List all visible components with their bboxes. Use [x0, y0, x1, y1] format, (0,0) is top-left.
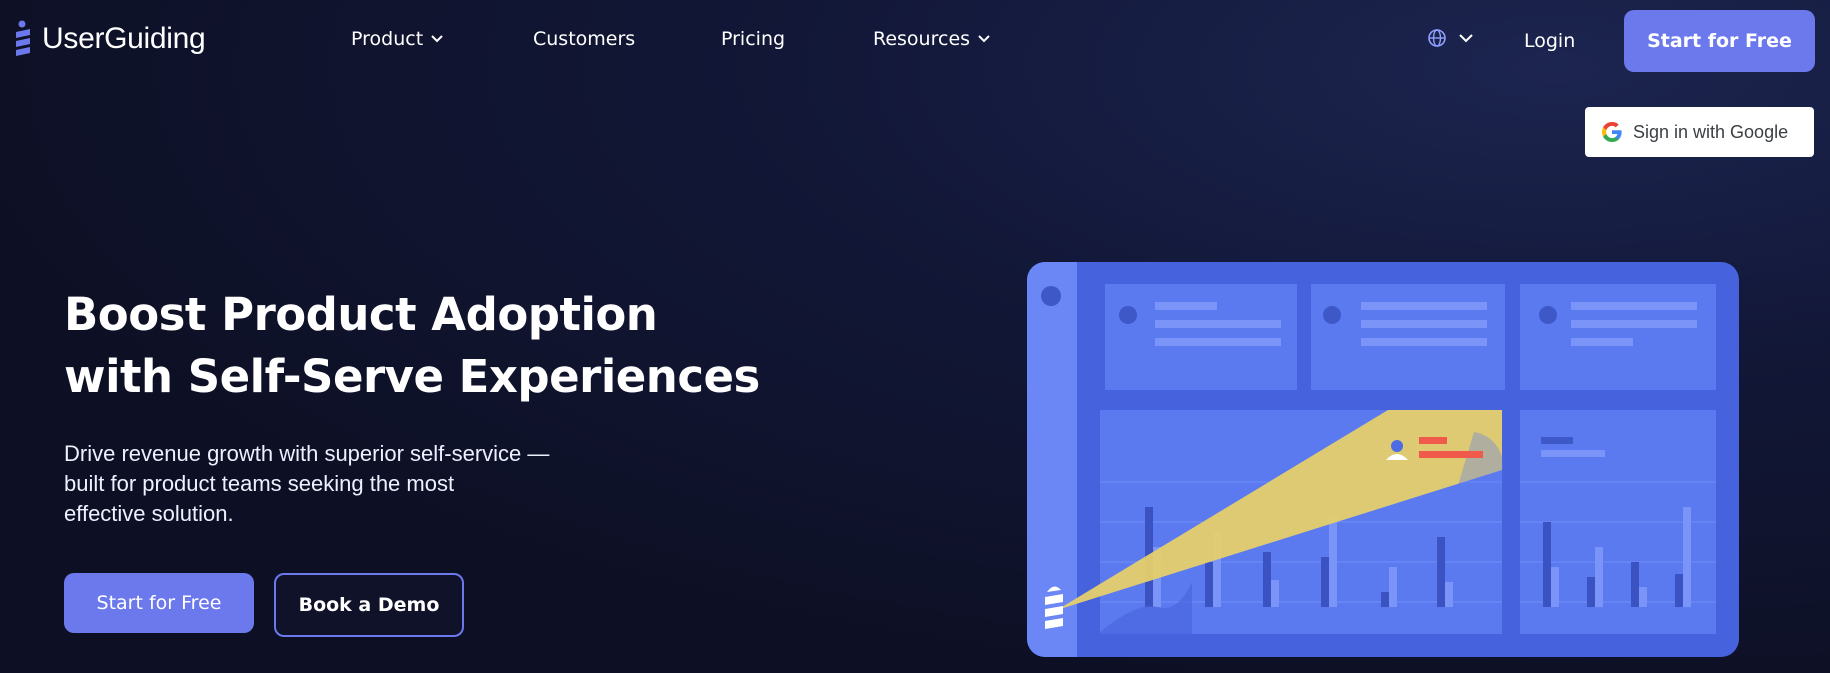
chevron-down-icon	[978, 35, 990, 43]
google-g-icon	[1602, 122, 1622, 142]
hero-subtitle-line-1: Drive revenue growth with superior self-…	[64, 441, 550, 466]
nav-customers-label: Customers	[533, 28, 636, 50]
language-selector[interactable]	[1427, 28, 1473, 48]
hero-subtitle-line-2: built for product teams seeking the most	[64, 471, 455, 496]
hero-title-line-2: with Self-Serve Experiences	[64, 350, 760, 403]
side-chart-panel	[1520, 410, 1716, 634]
sign-in-with-google-button[interactable]: Sign in with Google	[1585, 107, 1814, 157]
nav-pricing[interactable]: Pricing	[721, 28, 785, 50]
globe-icon	[1428, 29, 1446, 47]
nav-product[interactable]: Product	[351, 28, 443, 50]
hero-title: Boost Product Adoption with Self-Serve E…	[64, 284, 784, 408]
nav-product-label: Product	[351, 28, 424, 50]
dashboard-spotlight-illustration	[1027, 262, 1739, 657]
logo-icon	[16, 20, 30, 56]
summary-card-2	[1311, 284, 1505, 390]
chevron-down-icon	[431, 35, 443, 43]
login-link[interactable]: Login	[1524, 30, 1575, 52]
hero-title-line-1: Boost Product Adoption	[64, 288, 658, 341]
chevron-down-icon	[1459, 33, 1473, 42]
hero-subtitle: Drive revenue growth with superior self-…	[64, 439, 604, 529]
hero-subtitle-line-3: effective solution.	[64, 501, 234, 526]
summary-card-1	[1105, 284, 1297, 390]
nav-pricing-label: Pricing	[721, 28, 786, 50]
start-for-free-nav-button[interactable]: Start for Free	[1624, 10, 1815, 72]
nav-resources-label: Resources	[873, 28, 971, 50]
userguiding-logo[interactable]: UserGuiding	[14, 20, 206, 58]
nav-resources[interactable]: Resources	[873, 28, 990, 50]
nav-customers[interactable]: Customers	[533, 28, 635, 50]
summary-card-3	[1520, 284, 1716, 390]
top-navigation: UserGuiding Product Customers Pricing Re…	[0, 0, 1830, 84]
start-for-free-hero-button[interactable]: Start for Free	[64, 573, 254, 633]
book-a-demo-button[interactable]: Book a Demo	[274, 573, 464, 637]
sign-in-with-google-label: Sign in with Google	[1633, 121, 1789, 142]
logo-wordmark: UserGuiding	[42, 22, 206, 55]
